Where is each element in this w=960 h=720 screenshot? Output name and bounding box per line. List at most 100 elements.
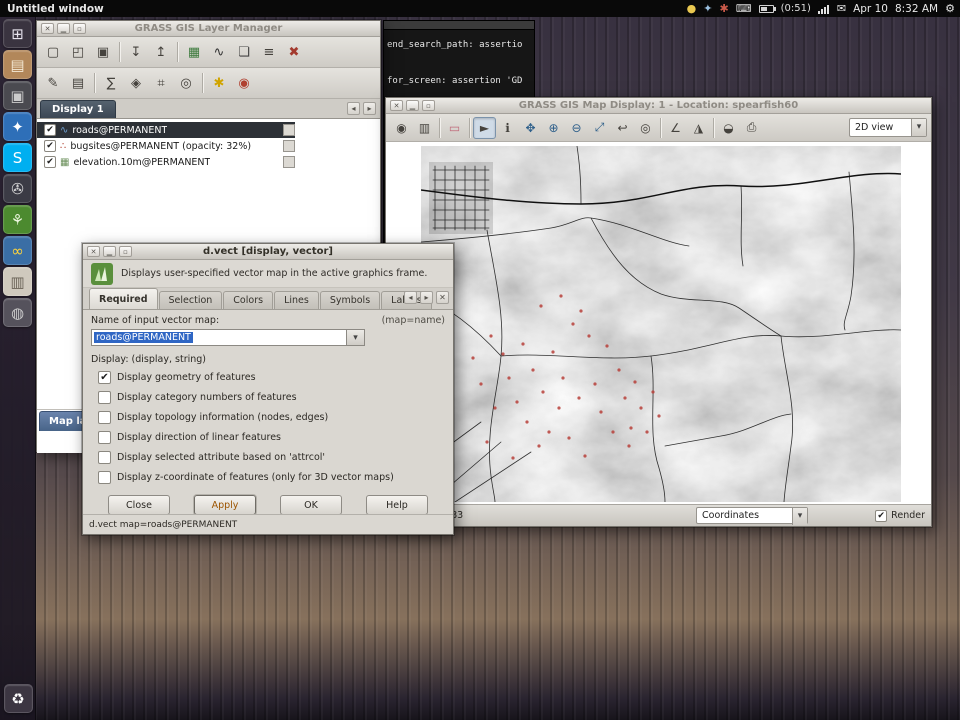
save-map-file-button[interactable]: ◒: [717, 117, 740, 139]
save-workspace-button[interactable]: ▣: [91, 40, 115, 64]
maximize-button[interactable]: ▫: [119, 246, 132, 257]
hardware-indicator-icon[interactable]: ✱: [719, 1, 728, 16]
option-row[interactable]: Display selected attribute based on 'att…: [91, 447, 445, 467]
layer-row[interactable]: ✔ ∴ bugsites@PERMANENT (opacity: 32%): [37, 138, 295, 154]
layer-row[interactable]: ✔ ▦ elevation.10m@PERMANENT: [37, 154, 295, 170]
tab-scroll-right-icon[interactable]: ▸: [363, 102, 376, 115]
export-display-button[interactable]: ▥: [413, 117, 436, 139]
option-checkbox[interactable]: [98, 471, 111, 484]
add-overlay-button[interactable]: ◮: [687, 117, 710, 139]
tab-scroll-left-icon[interactable]: ◂: [404, 291, 417, 304]
add-raster-layer-button[interactable]: ▦: [182, 40, 206, 64]
tab-required[interactable]: Required: [89, 288, 158, 309]
zoom-in-tool-button[interactable]: ⊕: [542, 117, 565, 139]
vector-map-input[interactable]: roads@PERMANENT: [91, 329, 347, 346]
bluetooth-indicator-icon[interactable]: ✦: [703, 1, 712, 16]
query-tool-button[interactable]: ℹ: [496, 117, 519, 139]
option-row[interactable]: Display topology information (nodes, edg…: [91, 407, 445, 427]
option-row[interactable]: Display z-coordinate of features (only f…: [91, 467, 445, 487]
minimize-button[interactable]: ▁: [57, 23, 70, 34]
option-checkbox[interactable]: [98, 391, 111, 404]
clock-time[interactable]: 8:32 AM: [895, 3, 938, 15]
launcher-item-screenshot-tool[interactable]: ▣: [3, 81, 32, 110]
option-row[interactable]: Display category numbers of features: [91, 387, 445, 407]
minimize-button[interactable]: ▁: [406, 100, 419, 111]
layer-options-button[interactable]: [283, 140, 295, 152]
apply-button[interactable]: Apply: [194, 495, 256, 515]
layer-checkbox[interactable]: ✔: [44, 140, 56, 152]
layer-row[interactable]: ✔ ∿ roads@PERMANENT: [37, 122, 295, 138]
close-button[interactable]: ✕: [41, 23, 54, 34]
tab-symbols[interactable]: Symbols: [320, 291, 380, 309]
layer-options-button[interactable]: [283, 124, 295, 136]
close-button[interactable]: ✕: [390, 100, 403, 111]
remove-layer-button[interactable]: ✖: [282, 40, 306, 64]
raster-map-calculator-button[interactable]: ∑: [99, 71, 123, 95]
new-workspace-button[interactable]: ▢: [41, 40, 65, 64]
help-button[interactable]: ◉: [232, 71, 256, 95]
pan-tool-button[interactable]: ✥: [519, 117, 542, 139]
help-button[interactable]: Help: [366, 495, 428, 515]
tab-lines[interactable]: Lines: [274, 291, 319, 309]
import-vector-button[interactable]: ↥: [149, 40, 173, 64]
import-raster-button[interactable]: ↧: [124, 40, 148, 64]
layer-options-button[interactable]: [283, 156, 295, 168]
zoom-extent-tool-button[interactable]: ⤢: [588, 117, 611, 139]
return-zoom-button[interactable]: ↩: [611, 117, 634, 139]
add-command-layer-button[interactable]: ≡: [257, 40, 281, 64]
option-row[interactable]: ✔ Display geometry of features: [91, 367, 445, 387]
add-layer-group-button[interactable]: ❏: [232, 40, 256, 64]
open-workspace-button[interactable]: ◰: [66, 40, 90, 64]
option-checkbox[interactable]: [98, 411, 111, 424]
tab-display-1[interactable]: Display 1: [40, 100, 116, 118]
clock-date[interactable]: Apr 10: [853, 3, 888, 15]
close-button[interactable]: Close: [108, 495, 170, 515]
messages-indicator-icon[interactable]: ●: [687, 1, 697, 16]
dialog-titlebar[interactable]: ✕▁▫ d.vect [display, vector]: [83, 244, 453, 260]
georectify-button[interactable]: ⌗: [149, 71, 173, 95]
add-vector-layer-button[interactable]: ∿: [207, 40, 231, 64]
statusbar-mode-select[interactable]: Coordinates ▾: [696, 507, 808, 524]
option-checkbox[interactable]: ✔: [98, 371, 111, 384]
mail-indicator-icon[interactable]: ✉: [837, 1, 846, 16]
tab-selection[interactable]: Selection: [159, 291, 223, 309]
battery-icon[interactable]: [759, 5, 774, 13]
tab-scroll-left-icon[interactable]: ◂: [347, 102, 360, 115]
launcher-item-web-browser[interactable]: ✦: [3, 112, 32, 141]
layer-manager-titlebar[interactable]: ✕▁▫ GRASS GIS Layer Manager: [37, 21, 380, 37]
tab-colors[interactable]: Colors: [223, 291, 273, 309]
minimize-button[interactable]: ▁: [103, 246, 116, 257]
launcher-item-grass-gis[interactable]: ⚘: [3, 205, 32, 234]
session-menu-icon[interactable]: ⚙: [945, 1, 955, 16]
option-row[interactable]: Display direction of linear features: [91, 427, 445, 447]
settings-button[interactable]: ✱: [207, 71, 231, 95]
terminal-titlebar[interactable]: [384, 21, 534, 30]
ok-button[interactable]: OK: [280, 495, 342, 515]
map-display-titlebar[interactable]: ✕▁▫ GRASS GIS Map Display: 1 - Location:…: [386, 98, 931, 114]
pointer-tool-button[interactable]: ►: [473, 117, 496, 139]
render-checkbox[interactable]: ✔: [875, 510, 887, 522]
launcher-item-trash[interactable]: ♻: [4, 684, 33, 713]
zoom-options-button[interactable]: ◎: [634, 117, 657, 139]
launcher-item-skype[interactable]: S: [3, 143, 32, 172]
zoom-out-tool-button[interactable]: ⊖: [565, 117, 588, 139]
launcher-item-dash-home[interactable]: ⊞: [3, 19, 32, 48]
launcher-item-media-app[interactable]: ✇: [3, 174, 32, 203]
digitize-button[interactable]: ✎: [41, 71, 65, 95]
close-button[interactable]: ✕: [87, 246, 100, 257]
print-map-button[interactable]: ⎙: [740, 117, 763, 139]
tab-scroll-right-icon[interactable]: ▸: [420, 291, 433, 304]
tab-close-icon[interactable]: ✕: [436, 291, 449, 304]
launcher-item-python-app[interactable]: ∞: [3, 236, 32, 265]
nviz-button[interactable]: ◎: [174, 71, 198, 95]
option-checkbox[interactable]: [98, 431, 111, 444]
view-mode-select[interactable]: 2D view ▾: [849, 118, 927, 137]
maximize-button[interactable]: ▫: [73, 23, 86, 34]
layer-checkbox[interactable]: ✔: [44, 156, 56, 168]
maximize-button[interactable]: ▫: [422, 100, 435, 111]
show-display-button[interactable]: ◉: [390, 117, 413, 139]
map-canvas[interactable]: [386, 142, 931, 504]
attribute-table-button[interactable]: ▤: [66, 71, 90, 95]
launcher-item-disk-utility[interactable]: ◍: [3, 298, 32, 327]
graphical-modeler-button[interactable]: ◈: [124, 71, 148, 95]
